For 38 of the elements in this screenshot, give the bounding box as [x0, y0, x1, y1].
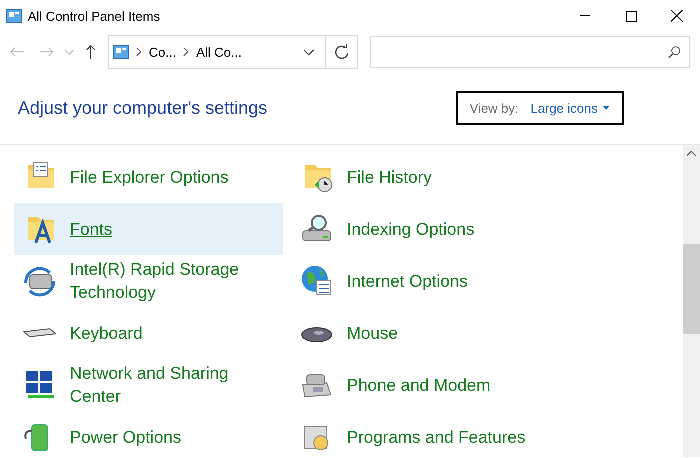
keyboard-icon	[22, 328, 58, 338]
control-panel-item[interactable]: Keyboard	[14, 307, 283, 359]
caret-icon	[603, 106, 610, 110]
address-bar[interactable]: Co... All Co...	[108, 35, 358, 69]
chevron-down-icon	[303, 48, 315, 56]
control-panel-item[interactable]: File History	[291, 151, 560, 203]
control-panel-item[interactable]: Mouse	[291, 307, 560, 359]
up-arrow-icon	[86, 45, 96, 59]
control-panel-item[interactable]: File Explorer Options	[14, 151, 283, 203]
maximize-icon	[626, 10, 636, 22]
control-panel-item[interactable]: Internet Options	[291, 255, 560, 307]
breadcrumb[interactable]: Co...	[149, 44, 176, 60]
view-by-label: View by:	[470, 100, 519, 116]
chevron-right-icon	[135, 47, 143, 57]
scroll-up-icon	[687, 151, 696, 156]
view-by-dropdown[interactable]: Large icons	[530, 100, 610, 116]
scrollbar-thumb[interactable]	[683, 244, 700, 334]
control-panel-item[interactable]: Phone and Modem	[291, 359, 560, 411]
search-icon	[668, 46, 681, 58]
search-field[interactable]	[370, 36, 690, 68]
chevron-right-icon	[182, 47, 190, 57]
right-arrow-icon	[40, 47, 54, 57]
control-panel-icon	[113, 45, 129, 59]
left-arrow-icon	[10, 47, 24, 57]
chevron-down-icon	[64, 50, 74, 54]
scrollbar[interactable]	[683, 145, 700, 457]
control-panel-item[interactable]: Fonts	[14, 203, 283, 255]
control-panel-item[interactable]: Intel(R) Rapid Storage Technology	[14, 255, 283, 307]
page-heading: Adjust your computer's settings	[18, 98, 269, 118]
close-icon	[671, 10, 683, 22]
control-panel-item[interactable]: Programs and Features	[291, 411, 560, 458]
window-title: All Control Panel Items	[28, 8, 162, 24]
control-panel-item[interactable]: Indexing Options	[291, 203, 560, 255]
refresh-icon	[334, 44, 350, 60]
control-panel-item[interactable]: Network and Sharing Center	[14, 359, 283, 411]
control-panel-item[interactable]: Power Options	[14, 411, 283, 458]
breadcrumb[interactable]: All Co...	[196, 44, 242, 60]
control-panel-icon	[6, 9, 22, 23]
